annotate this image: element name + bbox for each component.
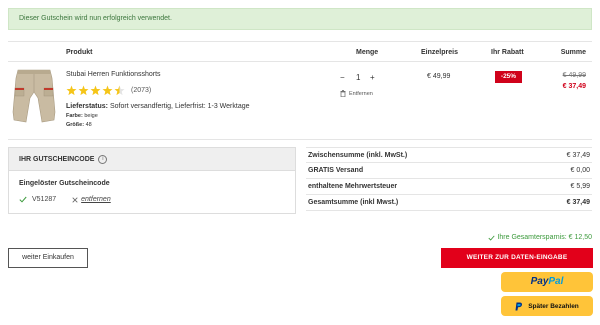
close-icon[interactable]: [72, 196, 78, 203]
paypal-p-icon: [515, 302, 523, 310]
product-name[interactable]: Stubai Herren Funktionsshorts: [66, 71, 161, 78]
unit-price: € 49,99: [427, 73, 451, 80]
summary-row-shipping: GRATIS Versand € 0,00: [306, 163, 592, 179]
star-half-icon: [114, 85, 125, 95]
color-value: beige: [84, 113, 98, 119]
rating-count[interactable]: (2073): [131, 87, 151, 94]
header-unit-price: Einzelpreis: [421, 49, 458, 56]
size-label: Größe:: [66, 122, 85, 128]
coupon-code: V51287: [32, 196, 57, 203]
check-icon: [19, 196, 27, 203]
quantity-stepper: − 1 +: [340, 73, 380, 85]
subtotal-value: € 37,49: [566, 152, 590, 159]
color-attribute: Farbe: beige: [66, 113, 98, 119]
star-icon: [102, 85, 113, 95]
discount-badge: -25%: [495, 71, 522, 83]
remove-coupon-link[interactable]: entfernen: [81, 196, 111, 203]
total-savings: Ihre Gesamtersparnis: € 12,50: [488, 234, 592, 241]
summary-row-vat: enthaltene Mehrwertsteuer € 5,99: [306, 179, 592, 195]
size-attribute: Größe: 48: [66, 122, 92, 128]
vat-label: enthaltene Mehrwertsteuer: [308, 183, 398, 190]
success-alert: Dieser Gutschein wird nun erfolgreich ve…: [8, 8, 592, 30]
summary-row-total: Gesamtsumme (inkl Mwst.) € 37,49: [306, 195, 592, 211]
size-value: 48: [85, 122, 92, 128]
summary-row-subtotal: Zwischensumme (inkl. MwSt.) € 37,49: [306, 147, 592, 163]
cart-item-row: Stubai Herren Funktionsshorts (2073) Lie…: [8, 62, 592, 140]
info-icon[interactable]: i: [98, 154, 108, 164]
qty-increase-button[interactable]: +: [370, 73, 375, 82]
redeemed-code-title: Eingelöster Gutscheincode: [19, 180, 110, 187]
alert-message: Dieser Gutschein wird nun erfolgreich ve…: [19, 15, 172, 22]
qty-value[interactable]: 1: [356, 73, 360, 82]
coupon-header[interactable]: IHR GUTSCHEINCODE i: [9, 148, 295, 171]
delivery-value: Sofort versandfertig, Lieferfrist: 1-3 W…: [109, 103, 250, 110]
header-quantity: Menge: [356, 49, 379, 56]
pay-later-button[interactable]: Später Bezahlen: [501, 296, 593, 316]
paypal-logo-part2: Pal: [548, 276, 564, 287]
cart-table-header: Produkt Menge Einzelpreis Ihr Rabatt Sum…: [8, 41, 592, 62]
header-discount: Ihr Rabatt: [491, 49, 524, 56]
total-value: € 37,49: [566, 199, 590, 206]
subtotal-label: Zwischensumme (inkl. MwSt.): [308, 152, 408, 159]
old-total-price: € 49,99: [562, 72, 586, 79]
star-icon: [78, 85, 89, 95]
coupon-header-label: IHR GUTSCHEINCODE: [19, 155, 95, 163]
rating-stars: (2073): [66, 84, 151, 96]
header-product: Produkt: [66, 49, 93, 56]
color-label: Farbe:: [66, 113, 83, 119]
new-total-price: € 37,49: [562, 83, 586, 90]
savings-text: Ihre Gesamtersparnis: € 12,50: [497, 234, 592, 241]
check-icon: [488, 235, 496, 241]
header-sum: Summe: [560, 49, 586, 56]
remove-label: Entfernen: [349, 90, 373, 97]
total-label: Gesamtsumme (inkl Mwst.): [308, 199, 399, 206]
continue-shopping-button[interactable]: weiter Einkaufen: [8, 248, 88, 268]
vat-value: € 5,99: [570, 183, 590, 190]
coupon-box: IHR GUTSCHEINCODE i Eingelöster Gutschei…: [8, 147, 296, 214]
product-image[interactable]: [12, 68, 56, 124]
qty-decrease-button[interactable]: −: [340, 73, 345, 82]
paypal-logo-part1: Pay: [530, 276, 549, 287]
delivery-status: Lieferstatus: Sofort versandfertig, Lief…: [66, 103, 250, 110]
delivery-label: Lieferstatus:: [66, 103, 109, 110]
checkout-button[interactable]: WEITER ZUR DATEN-EINGABE: [441, 248, 593, 268]
shipping-value: € 0,00: [570, 167, 590, 174]
shipping-label: GRATIS Versand: [308, 167, 364, 174]
order-summary: Zwischensumme (inkl. MwSt.) € 37,49 GRAT…: [306, 147, 592, 211]
trash-icon: [340, 90, 346, 97]
star-icon: [66, 85, 77, 95]
remove-item-button[interactable]: Entfernen: [340, 90, 373, 97]
paypal-button[interactable]: PayPal: [501, 272, 593, 292]
pay-later-label: Später Bezahlen: [528, 302, 579, 310]
star-icon: [90, 85, 101, 95]
redeemed-code-line: V51287 entfernen: [19, 196, 111, 203]
